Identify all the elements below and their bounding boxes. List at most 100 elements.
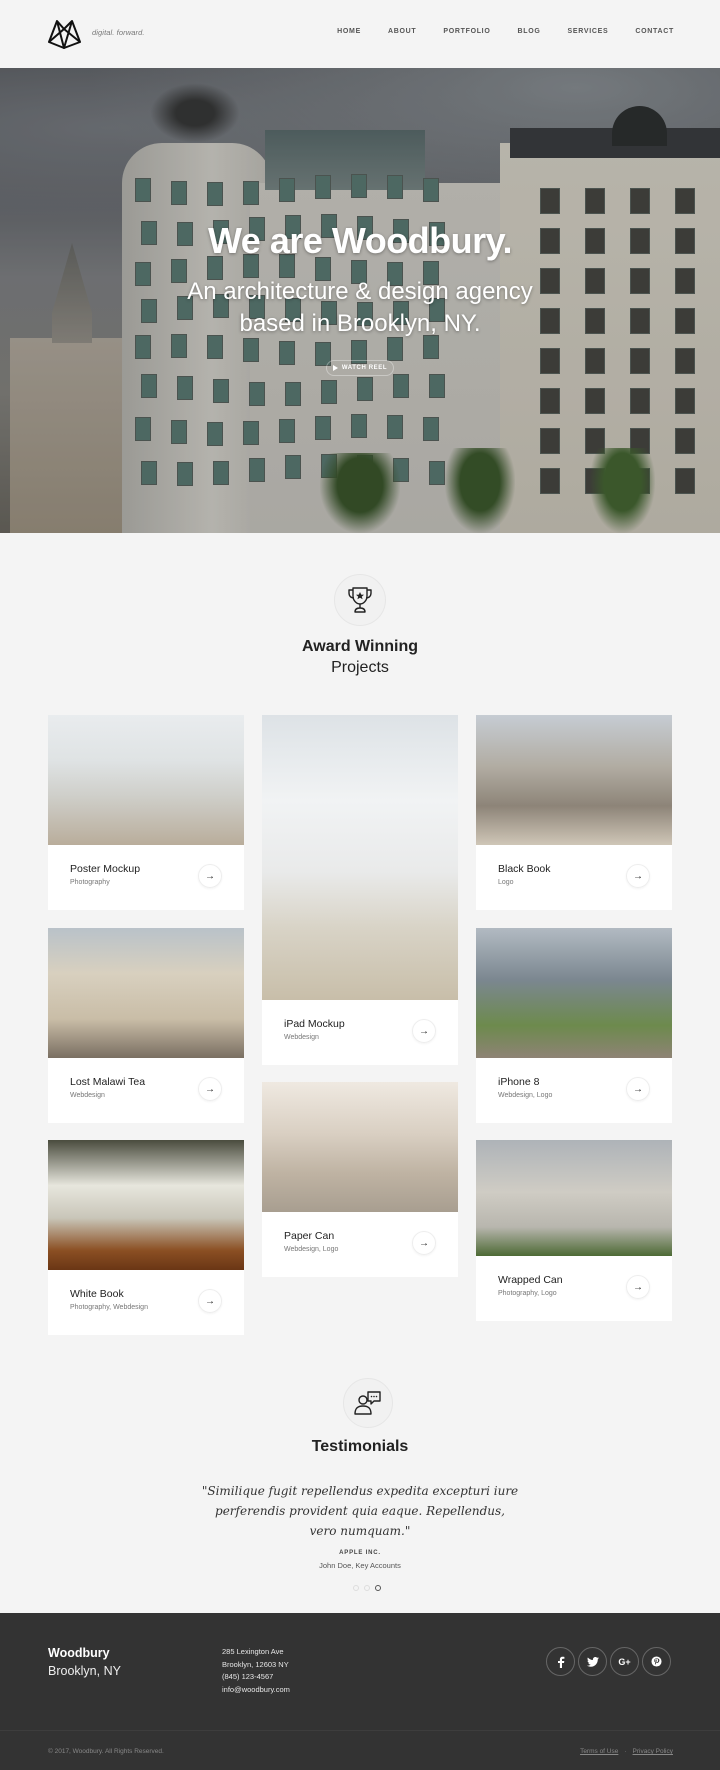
project-image[interactable]: [262, 1082, 458, 1212]
project-category: Photography: [70, 879, 110, 886]
footer-link-separator: ·: [624, 1748, 627, 1755]
project-card-body: Lost Malawi Tea Webdesign →: [48, 1058, 244, 1123]
footer-legal-links: Terms of Use · Privacy Policy: [580, 1748, 673, 1755]
arrow-right-icon[interactable]: →: [198, 864, 222, 888]
hero-subtitle: An architecture & design agency based in…: [0, 276, 720, 340]
footer-city-zip: Brooklyn, 12603 NY: [222, 1659, 289, 1669]
pinterest-icon[interactable]: [642, 1647, 671, 1676]
project-card-body: Black Book Logo →: [476, 845, 672, 910]
user-speech-icon: [354, 1391, 381, 1415]
nav-contact[interactable]: CONTACT: [635, 28, 674, 35]
arrow-right-icon[interactable]: →: [412, 1019, 436, 1043]
project-card-iphone-8[interactable]: iPhone 8 Webdesign, Logo →: [476, 928, 672, 1123]
hero-subtitle-line2: based in Brooklyn, NY.: [239, 310, 481, 337]
footer-city: Brooklyn, NY: [48, 1664, 121, 1678]
project-name[interactable]: iPhone 8: [498, 1076, 539, 1088]
nav-blog[interactable]: BLOG: [517, 28, 540, 35]
project-name[interactable]: iPad Mockup: [284, 1018, 345, 1030]
watch-reel-label: WATCH REEL: [341, 365, 388, 371]
nav-home[interactable]: HOME: [337, 28, 361, 35]
site-footer: Woodbury Brooklyn, NY 285 Lexington Ave …: [0, 1613, 720, 1770]
facebook-icon[interactable]: [546, 1647, 575, 1676]
trophy-icon: [348, 587, 372, 613]
footer-phone[interactable]: (845) 123-4567: [222, 1671, 290, 1684]
project-category: Webdesign, Logo: [284, 1246, 339, 1253]
tagline: digital. forward.: [92, 28, 145, 37]
project-category: Webdesign: [284, 1034, 319, 1041]
footer-brand: Woodbury: [48, 1646, 110, 1660]
trophy-icon-circle: [334, 574, 386, 626]
project-image[interactable]: [48, 1140, 244, 1270]
project-card-wrapped-can[interactable]: Wrapped Can Photography, Logo →: [476, 1140, 672, 1321]
page: digital. forward. HOME ABOUT PORTFOLIO B…: [0, 0, 720, 1770]
testimonials-title: Testimonials: [311, 1438, 409, 1455]
google-plus-icon[interactable]: G+: [610, 1647, 639, 1676]
main-nav: HOME ABOUT PORTFOLIO BLOG SERVICES CONTA…: [310, 28, 674, 35]
arrow-right-icon[interactable]: →: [626, 1275, 650, 1299]
testimonial-company: APPLE INC.: [339, 1550, 381, 1556]
projects-title-line1: Award Winning: [302, 638, 418, 655]
project-name[interactable]: Wrapped Can: [498, 1274, 563, 1286]
project-category: Webdesign: [70, 1092, 105, 1099]
project-card-body: Wrapped Can Photography, Logo →: [476, 1256, 672, 1321]
footer-email[interactable]: info@woodbury.com: [222, 1684, 290, 1697]
project-image[interactable]: [476, 928, 672, 1058]
project-image[interactable]: [48, 928, 244, 1058]
footer-divider: [0, 1730, 720, 1731]
testimonial-person: John Doe, Key Accounts: [319, 1561, 401, 1570]
project-name[interactable]: Paper Can: [284, 1230, 334, 1242]
project-card-body: White Book Photography, Webdesign →: [48, 1270, 244, 1335]
arrow-right-icon[interactable]: →: [626, 1077, 650, 1101]
project-category: Logo: [498, 879, 514, 886]
project-image[interactable]: [476, 715, 672, 845]
project-card-body: iPhone 8 Webdesign, Logo →: [476, 1058, 672, 1123]
nav-services[interactable]: SERVICES: [568, 28, 609, 35]
twitter-icon[interactable]: [578, 1647, 607, 1676]
site-header: digital. forward. HOME ABOUT PORTFOLIO B…: [0, 0, 720, 68]
hero-banner: We are Woodbury. An architecture & desig…: [0, 68, 720, 533]
footer-street: 285 Lexington Ave: [222, 1647, 284, 1656]
social-links: G+: [546, 1647, 671, 1676]
terms-of-use-link[interactable]: Terms of Use: [580, 1748, 618, 1755]
arrow-right-icon[interactable]: →: [626, 864, 650, 888]
project-card-black-book[interactable]: Black Book Logo →: [476, 715, 672, 910]
project-card-paper-can[interactable]: Paper Can Webdesign, Logo →: [262, 1082, 458, 1277]
pager-dot[interactable]: [364, 1585, 370, 1591]
nav-about[interactable]: ABOUT: [388, 28, 416, 35]
project-card-body: Poster Mockup Photography →: [48, 845, 244, 910]
testimonial-icon-circle: [343, 1378, 393, 1428]
watch-reel-button[interactable]: WATCH REEL: [326, 360, 394, 376]
project-name[interactable]: Black Book: [498, 863, 551, 875]
footer-copyright: © 2017, Woodbury. All Rights Reserved.: [48, 1748, 164, 1755]
woodbury-logo-icon[interactable]: [47, 17, 82, 49]
project-card-lost-malawi-tea[interactable]: Lost Malawi Tea Webdesign →: [48, 928, 244, 1123]
arrow-right-icon[interactable]: →: [198, 1289, 222, 1313]
project-image[interactable]: [476, 1140, 672, 1256]
play-icon: [332, 365, 338, 371]
project-name[interactable]: Poster Mockup: [70, 863, 140, 875]
privacy-policy-link[interactable]: Privacy Policy: [633, 1748, 673, 1755]
project-name[interactable]: Lost Malawi Tea: [70, 1076, 145, 1088]
project-image[interactable]: [262, 715, 458, 1000]
project-card-body: iPad Mockup Webdesign →: [262, 1000, 458, 1065]
project-category: Photography, Logo: [498, 1290, 557, 1297]
project-name[interactable]: White Book: [70, 1288, 124, 1300]
nav-portfolio[interactable]: PORTFOLIO: [443, 28, 490, 35]
testimonial-pager: [353, 1585, 381, 1591]
testimonial-quote: "Similique fugit repellendus expedita ex…: [201, 1484, 519, 1538]
hero-subtitle-line1: An architecture & design agency: [187, 278, 533, 305]
project-card-white-book[interactable]: White Book Photography, Webdesign →: [48, 1140, 244, 1335]
project-image[interactable]: [48, 715, 244, 845]
project-category: Photography, Webdesign: [70, 1304, 148, 1311]
projects-title-line2: Projects: [331, 659, 389, 676]
arrow-right-icon[interactable]: →: [198, 1077, 222, 1101]
pager-dot[interactable]: [353, 1585, 359, 1591]
arrow-right-icon[interactable]: →: [412, 1231, 436, 1255]
projects-title: Award Winning Projects: [0, 636, 720, 678]
project-card-poster-mockup[interactable]: Poster Mockup Photography →: [48, 715, 244, 910]
footer-address: 285 Lexington Ave Brooklyn, 12603 NY (84…: [222, 1646, 290, 1696]
project-card-body: Paper Can Webdesign, Logo →: [262, 1212, 458, 1277]
hero-title: We are Woodbury.: [207, 220, 513, 261]
pager-dot[interactable]: [375, 1585, 381, 1591]
project-card-ipad-mockup[interactable]: iPad Mockup Webdesign →: [262, 715, 458, 1065]
